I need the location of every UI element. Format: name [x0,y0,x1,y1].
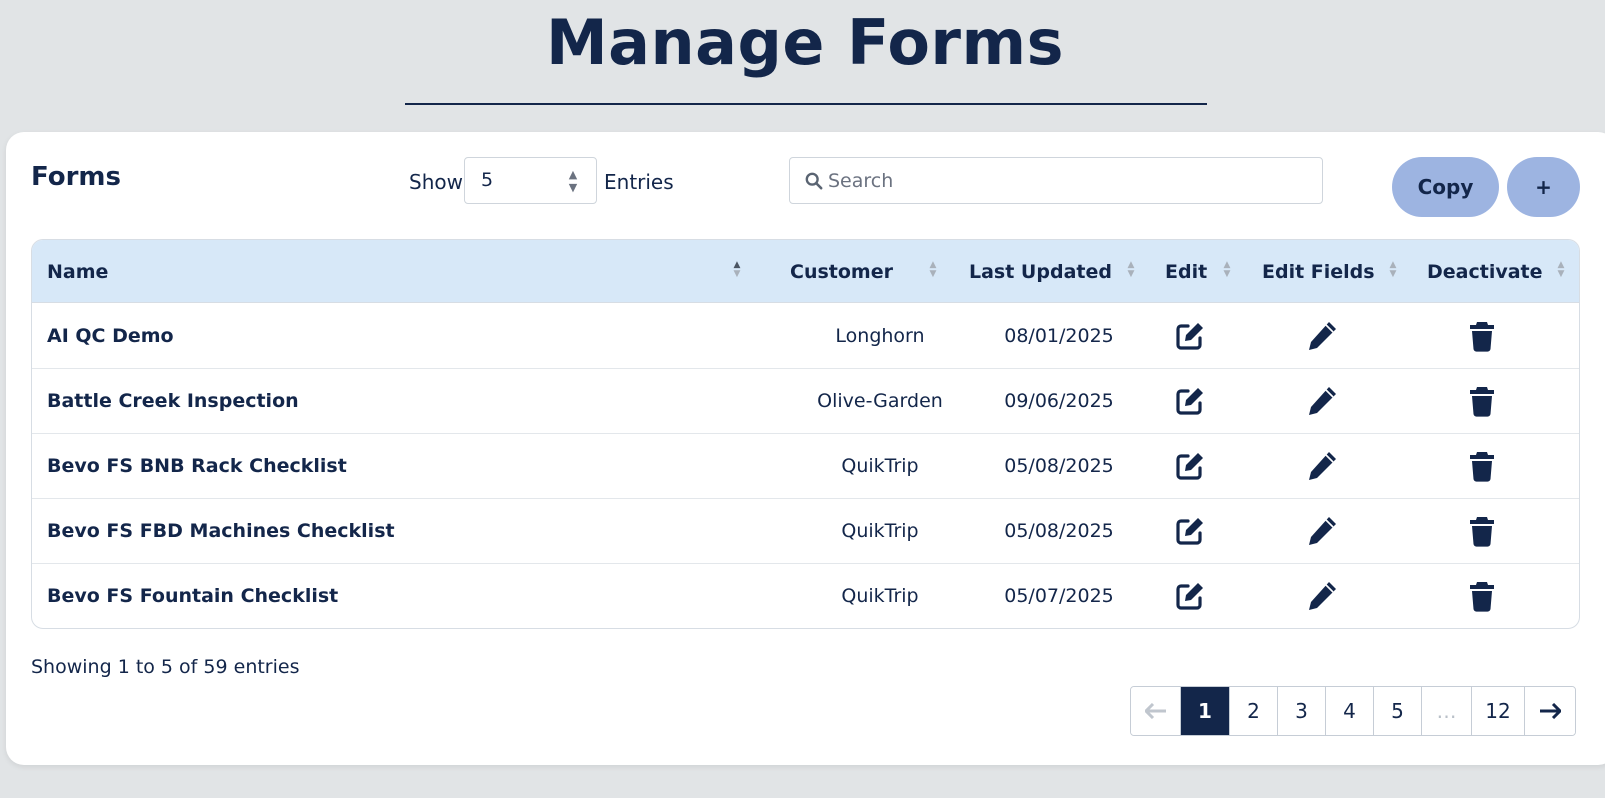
customer-cell: Olive-Garden [817,390,943,412]
edit-fields-button[interactable] [1292,304,1352,368]
table-row: Bevo FS Fountain Checklist QuikTrip 05/07/… [32,564,1579,628]
trash-icon [1470,452,1494,482]
page-button[interactable]: 3 [1278,687,1326,735]
deactivate-button[interactable] [1452,564,1512,628]
edit-square-icon [1176,583,1203,610]
edit-button[interactable] [1165,434,1215,498]
search-input[interactable] [828,164,1308,198]
table-row: Bevo FS FBD Machines Checklist QuikTrip 05… [32,499,1579,564]
pencil-icon [1309,582,1336,610]
trash-icon [1470,517,1494,547]
page-button[interactable]: 2 [1230,687,1278,735]
next-page-button[interactable] [1525,687,1575,735]
entries-summary: Showing 1 to 5 of 59 entries [31,656,300,678]
edit-button[interactable] [1165,304,1215,368]
last-updated-cell: 08/01/2025 [1004,325,1114,347]
edit-fields-button[interactable] [1292,499,1352,563]
edit-button[interactable] [1165,564,1215,628]
edit-square-icon [1176,388,1203,415]
edit-square-icon [1176,453,1203,480]
card-title: Forms [31,162,121,192]
edit-fields-button[interactable] [1292,564,1352,628]
edit-fields-button[interactable] [1292,434,1352,498]
deactivate-button[interactable] [1452,434,1512,498]
table-header: Name ▲ ▼ Customer ▲ ▼ Last Updated ▲ ▼ Edit… [32,240,1579,303]
edit-fields-button[interactable] [1292,369,1352,433]
trash-icon [1470,582,1494,612]
customer-cell: Longhorn [835,325,925,347]
sort-icon[interactable]: ▲ ▼ [1222,261,1232,281]
table-row: Bevo FS BNB Rack Checklist QuikTrip 05/08/… [32,434,1579,499]
customer-cell: QuikTrip [841,455,919,477]
page-button[interactable]: 12 [1472,687,1525,735]
form-name[interactable]: Bevo FS Fountain Checklist [47,564,338,628]
entries-per-page-input[interactable]: 5 ▲ ▼ [464,157,597,204]
search-box[interactable] [789,157,1323,204]
sort-icon[interactable]: ▲ ▼ [1556,261,1566,281]
form-name[interactable]: Bevo FS FBD Machines Checklist [47,499,395,563]
sort-icon[interactable]: ▲ ▼ [1388,261,1398,281]
trash-icon [1470,387,1494,417]
column-header-last-updated[interactable]: Last Updated [969,240,1112,303]
trash-icon [1470,322,1494,352]
last-updated-cell: 05/08/2025 [1004,520,1114,542]
edit-square-icon [1176,323,1203,350]
column-header-edit[interactable]: Edit [1165,240,1207,303]
pencil-icon [1309,452,1336,480]
edit-square-icon [1176,518,1203,545]
form-name[interactable]: Bevo FS BNB Rack Checklist [47,434,347,498]
prev-page-button[interactable] [1131,687,1181,735]
table-row: AI QC Demo Longhorn 08/01/2025 [32,304,1579,369]
show-label: Show [409,170,463,194]
last-updated-cell: 05/08/2025 [1004,455,1114,477]
arrow-left-icon [1144,703,1166,719]
table-row: Battle Creek Inspection Olive-Garden 09/06… [32,369,1579,434]
last-updated-cell: 09/06/2025 [1004,390,1114,412]
search-icon [805,172,823,190]
deactivate-button[interactable] [1452,499,1512,563]
sort-icon[interactable]: ▲ ▼ [1126,261,1136,281]
stepper-icon[interactable]: ▲ ▼ [566,168,580,194]
pencil-icon [1309,322,1336,350]
page-button[interactable]: 4 [1326,687,1374,735]
pagination: 1 2 3 4 5 … 12 [1130,686,1576,736]
sort-icon[interactable]: ▲ ▼ [732,261,742,281]
customer-cell: QuikTrip [841,585,919,607]
form-name[interactable]: Battle Creek Inspection [47,369,299,433]
column-header-deactivate[interactable]: Deactivate [1427,240,1543,303]
page-ellipsis: … [1422,687,1472,735]
entries-value: 5 [481,169,494,191]
deactivate-button[interactable] [1452,304,1512,368]
entries-label: Entries [604,170,674,194]
copy-button[interactable]: Copy [1392,157,1499,217]
sort-icon[interactable]: ▲ ▼ [928,261,938,281]
edit-button[interactable] [1165,499,1215,563]
last-updated-cell: 05/07/2025 [1004,585,1114,607]
page-title: Manage Forms [545,6,1065,79]
page-button[interactable]: 5 [1374,687,1422,735]
add-form-button[interactable]: + [1507,157,1580,217]
arrow-right-icon [1540,703,1561,719]
customer-cell: QuikTrip [841,520,919,542]
form-name[interactable]: AI QC Demo [47,304,174,368]
pencil-icon [1309,387,1336,415]
pencil-icon [1309,517,1336,545]
column-header-customer[interactable]: Customer [790,240,893,303]
page-button[interactable]: 1 [1181,687,1230,735]
title-divider [405,103,1207,105]
column-header-edit-fields[interactable]: Edit Fields [1262,240,1375,303]
edit-button[interactable] [1165,369,1215,433]
deactivate-button[interactable] [1452,369,1512,433]
forms-table: Name ▲ ▼ Customer ▲ ▼ Last Updated ▲ ▼ Edit… [31,239,1580,629]
column-header-name[interactable]: Name [47,240,108,303]
